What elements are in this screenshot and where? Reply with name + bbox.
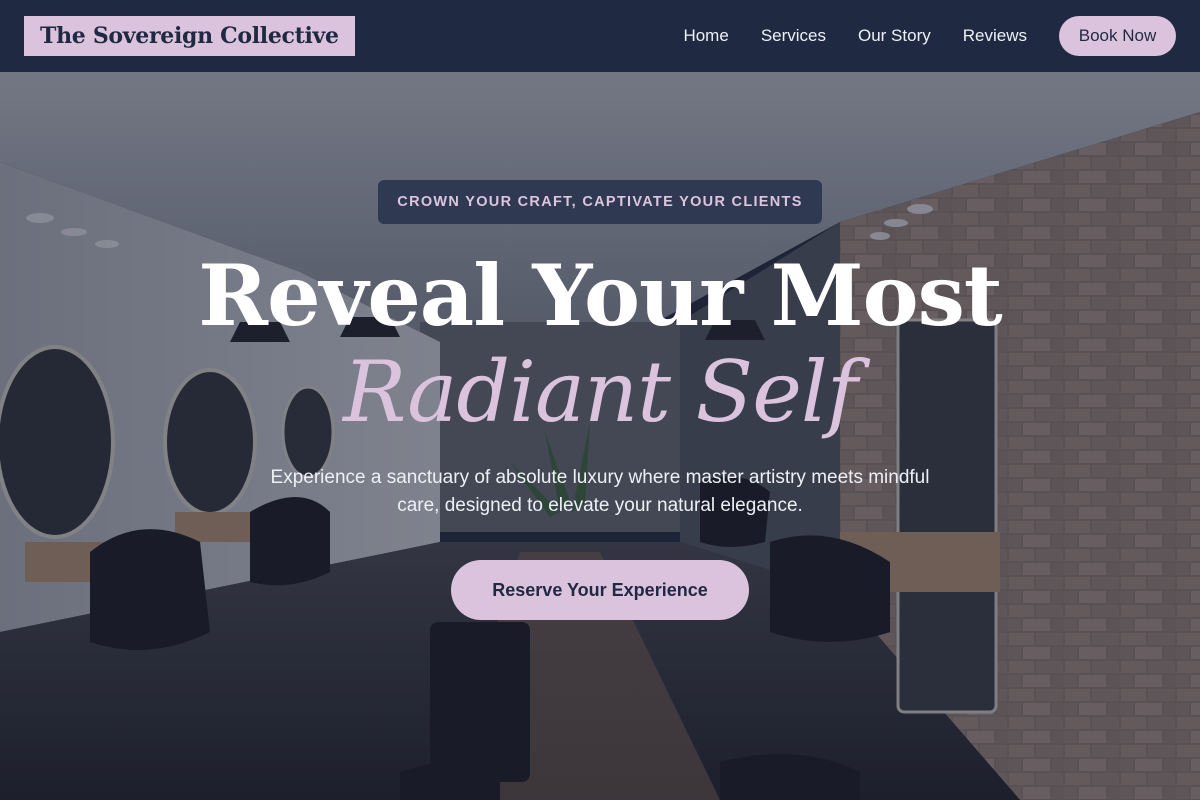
hero-content: CROWN YOUR CRAFT, CAPTIVATE YOUR CLIENTS… <box>0 72 1200 800</box>
nav-link-services[interactable]: Services <box>761 26 826 46</box>
hero-eyebrow-badge: CROWN YOUR CRAFT, CAPTIVATE YOUR CLIENTS <box>378 180 822 224</box>
nav-link-reviews[interactable]: Reviews <box>963 26 1027 46</box>
main-nav: Home Services Our Story Reviews Book Now <box>683 16 1176 56</box>
site-header: The Sovereign Collective Home Services O… <box>0 0 1200 72</box>
nav-link-home[interactable]: Home <box>683 26 728 46</box>
brand-logo[interactable]: The Sovereign Collective <box>24 16 355 56</box>
hero-subtitle: Experience a sanctuary of absolute luxur… <box>270 467 930 516</box>
nav-link-our-story[interactable]: Our Story <box>858 26 931 46</box>
hero-headline-accent: Radiant Self <box>343 343 858 441</box>
hero-section: CROWN YOUR CRAFT, CAPTIVATE YOUR CLIENTS… <box>0 72 1200 800</box>
hero-headline: Reveal Your Most <box>198 246 1002 345</box>
book-now-button[interactable]: Book Now <box>1059 16 1176 56</box>
reserve-experience-button[interactable]: Reserve Your Experience <box>451 560 749 620</box>
